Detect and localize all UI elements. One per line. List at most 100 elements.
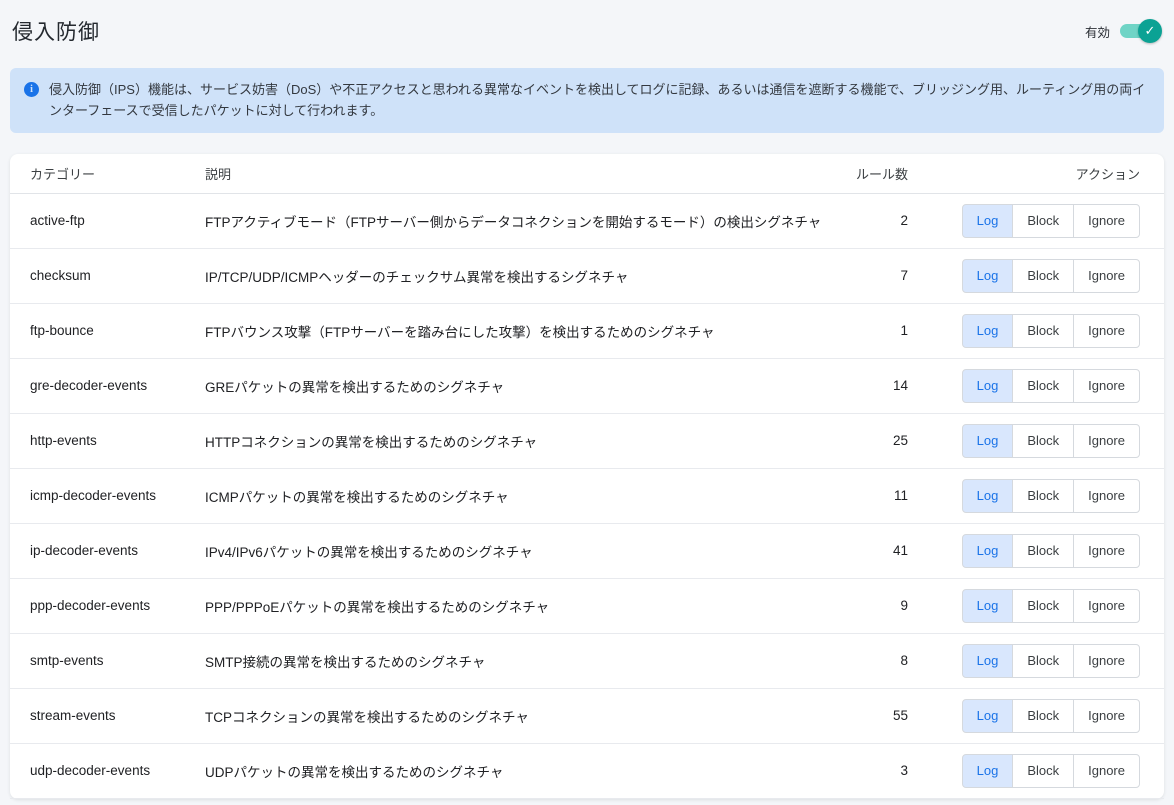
block-button[interactable]: Block <box>1012 424 1074 458</box>
block-button[interactable]: Block <box>1012 644 1074 678</box>
ignore-button[interactable]: Ignore <box>1073 314 1140 348</box>
block-button[interactable]: Block <box>1012 699 1074 733</box>
action-cell: Log Block Ignore <box>908 424 1140 458</box>
description-cell: ICMPパケットの異常を検出するためのシグネチャ <box>205 486 836 506</box>
table-row: checksum IP/TCP/UDP/ICMPヘッダーのチェックサム異常を検出… <box>10 249 1164 304</box>
description-cell: HTTPコネクションの異常を検出するためのシグネチャ <box>205 431 836 451</box>
header-actions: アクション <box>908 164 1140 183</box>
action-button-group: Log Block Ignore <box>962 259 1140 293</box>
log-button[interactable]: Log <box>962 204 1014 238</box>
action-button-group: Log Block Ignore <box>962 589 1140 623</box>
log-button[interactable]: Log <box>962 479 1014 513</box>
description-cell: IP/TCP/UDP/ICMPヘッダーのチェックサム異常を検出するシグネチャ <box>205 266 836 286</box>
ignore-button[interactable]: Ignore <box>1073 754 1140 788</box>
rule-count-cell: 9 <box>836 598 908 613</box>
category-cell: udp-decoder-events <box>30 763 205 778</box>
ignore-button[interactable]: Ignore <box>1073 369 1140 403</box>
action-cell: Log Block Ignore <box>908 534 1140 568</box>
log-button[interactable]: Log <box>962 424 1014 458</box>
rule-count-cell: 7 <box>836 268 908 283</box>
rule-count-cell: 3 <box>836 763 908 778</box>
table-row: gre-decoder-events GREパケットの異常を検出するためのシグネ… <box>10 359 1164 414</box>
category-cell: ppp-decoder-events <box>30 598 205 613</box>
ips-category-table: カテゴリー 説明 ルール数 アクション active-ftp FTPアクティブモ… <box>10 154 1164 799</box>
ignore-button[interactable]: Ignore <box>1073 644 1140 678</box>
action-button-group: Log Block Ignore <box>962 204 1140 238</box>
ignore-button[interactable]: Ignore <box>1073 479 1140 513</box>
description-cell: GREパケットの異常を検出するためのシグネチャ <box>205 376 836 396</box>
category-cell: ftp-bounce <box>30 323 205 338</box>
category-cell: ip-decoder-events <box>30 543 205 558</box>
log-button[interactable]: Log <box>962 534 1014 568</box>
block-button[interactable]: Block <box>1012 534 1074 568</box>
info-banner-text: 侵入防御（IPS）機能は、サービス妨害（DoS）や不正アクセスと思われる異常なイ… <box>49 79 1148 122</box>
category-cell: gre-decoder-events <box>30 378 205 393</box>
action-button-group: Log Block Ignore <box>962 699 1140 733</box>
action-button-group: Log Block Ignore <box>962 479 1140 513</box>
action-button-group: Log Block Ignore <box>962 424 1140 458</box>
table-row: smtp-events SMTP接続の異常を検出するためのシグネチャ 8 Log… <box>10 634 1164 689</box>
enable-label: 有効 <box>1085 22 1110 41</box>
ignore-button[interactable]: Ignore <box>1073 699 1140 733</box>
block-button[interactable]: Block <box>1012 589 1074 623</box>
table-row: udp-decoder-events UDPパケットの異常を検出するためのシグネ… <box>10 744 1164 799</box>
rule-count-cell: 55 <box>836 708 908 723</box>
rule-count-cell: 25 <box>836 433 908 448</box>
log-button[interactable]: Log <box>962 314 1014 348</box>
category-cell: icmp-decoder-events <box>30 488 205 503</box>
category-cell: stream-events <box>30 708 205 723</box>
log-button[interactable]: Log <box>962 589 1014 623</box>
action-button-group: Log Block Ignore <box>962 534 1140 568</box>
description-cell: UDPパケットの異常を検出するためのシグネチャ <box>205 761 836 781</box>
info-banner: i 侵入防御（IPS）機能は、サービス妨害（DoS）や不正アクセスと思われる異常… <box>10 68 1164 133</box>
log-button[interactable]: Log <box>962 259 1014 293</box>
category-cell: active-ftp <box>30 213 205 228</box>
rule-count-cell: 2 <box>836 213 908 228</box>
ignore-button[interactable]: Ignore <box>1073 424 1140 458</box>
ignore-button[interactable]: Ignore <box>1073 259 1140 293</box>
rule-count-cell: 14 <box>836 378 908 393</box>
category-cell: checksum <box>30 268 205 283</box>
table-row: ftp-bounce FTPバウンス攻撃（FTPサーバーを踏み台にした攻撃）を検… <box>10 304 1164 359</box>
header-rule-count: ルール数 <box>836 164 908 183</box>
enable-control: 有効 ✓ <box>1085 19 1162 43</box>
table-row: http-events HTTPコネクションの異常を検出するためのシグネチャ 2… <box>10 414 1164 469</box>
rule-count-cell: 41 <box>836 543 908 558</box>
page-title: 侵入防御 <box>12 16 100 46</box>
ignore-button[interactable]: Ignore <box>1073 589 1140 623</box>
block-button[interactable]: Block <box>1012 204 1074 238</box>
header-description: 説明 <box>205 164 836 183</box>
log-button[interactable]: Log <box>962 754 1014 788</box>
block-button[interactable]: Block <box>1012 754 1074 788</box>
table-row: ppp-decoder-events PPP/PPPoEパケットの異常を検出する… <box>10 579 1164 634</box>
block-button[interactable]: Block <box>1012 314 1074 348</box>
ignore-button[interactable]: Ignore <box>1073 204 1140 238</box>
description-cell: PPP/PPPoEパケットの異常を検出するためのシグネチャ <box>205 596 836 616</box>
table-row: icmp-decoder-events ICMPパケットの異常を検出するためのシ… <box>10 469 1164 524</box>
action-button-group: Log Block Ignore <box>962 644 1140 678</box>
log-button[interactable]: Log <box>962 699 1014 733</box>
info-icon: i <box>24 82 39 97</box>
category-cell: http-events <box>30 433 205 448</box>
block-button[interactable]: Block <box>1012 479 1074 513</box>
table-header-row: カテゴリー 説明 ルール数 アクション <box>10 154 1164 194</box>
action-cell: Log Block Ignore <box>908 699 1140 733</box>
action-cell: Log Block Ignore <box>908 204 1140 238</box>
action-cell: Log Block Ignore <box>908 369 1140 403</box>
check-icon: ✓ <box>1138 19 1162 43</box>
table-body: active-ftp FTPアクティブモード（FTPサーバー側からデータコネクシ… <box>10 194 1164 799</box>
description-cell: TCPコネクションの異常を検出するためのシグネチャ <box>205 706 836 726</box>
log-button[interactable]: Log <box>962 369 1014 403</box>
category-cell: smtp-events <box>30 653 205 668</box>
block-button[interactable]: Block <box>1012 369 1074 403</box>
table-row: active-ftp FTPアクティブモード（FTPサーバー側からデータコネクシ… <box>10 194 1164 249</box>
ignore-button[interactable]: Ignore <box>1073 534 1140 568</box>
action-cell: Log Block Ignore <box>908 644 1140 678</box>
block-button[interactable]: Block <box>1012 259 1074 293</box>
table-row: ip-decoder-events IPv4/IPv6パケットの異常を検出するた… <box>10 524 1164 579</box>
log-button[interactable]: Log <box>962 644 1014 678</box>
action-cell: Log Block Ignore <box>908 754 1140 788</box>
rule-count-cell: 11 <box>836 488 908 503</box>
action-button-group: Log Block Ignore <box>962 369 1140 403</box>
enable-toggle[interactable]: ✓ <box>1120 19 1162 43</box>
